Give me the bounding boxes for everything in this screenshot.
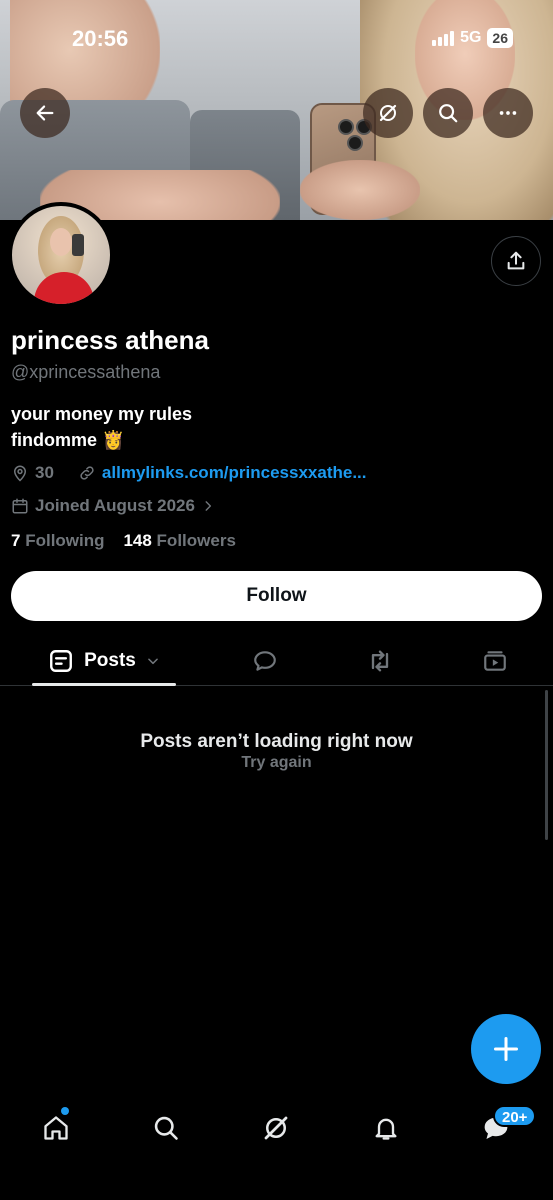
replies-icon (254, 651, 276, 671)
profile-tabs: Posts (0, 636, 553, 686)
status-indicators: 5G 26 (432, 28, 513, 48)
scrollbar[interactable] (545, 690, 548, 840)
reposts-icon (371, 650, 389, 672)
network-type: 5G (460, 29, 482, 46)
banner-image-detail (300, 160, 420, 220)
profile-handle: @xprincessathena (11, 362, 161, 382)
tab-posts-label: Posts (84, 650, 136, 671)
battery-icon: 26 (487, 28, 513, 48)
home-icon (44, 1116, 68, 1140)
bottom-nav (0, 1096, 553, 1156)
profile-meta-row: 30 allmylinks.com/princessxxathe... (11, 463, 367, 483)
grok-icon (379, 104, 397, 122)
active-tab-indicator (32, 683, 176, 686)
tab-media[interactable] (470, 636, 520, 686)
profile-name: princess athena (11, 325, 209, 355)
tab-reposts[interactable] (355, 636, 405, 686)
joined-row[interactable]: Joined August 2026 (11, 496, 215, 516)
search-button[interactable] (423, 88, 473, 138)
bell-icon (375, 1118, 397, 1140)
calendar-icon (12, 498, 28, 514)
messages-badge: 20+ (493, 1105, 537, 1127)
media-icon (484, 651, 506, 671)
avatar[interactable] (8, 202, 114, 308)
profile-bio-line: findomme 👸 (11, 430, 125, 450)
try-again-link[interactable]: Try again (0, 754, 553, 772)
search-icon (439, 104, 458, 123)
grok-button[interactable] (363, 88, 413, 138)
more-icon (499, 111, 517, 115)
nav-home[interactable] (36, 1108, 76, 1148)
tab-replies[interactable] (240, 636, 290, 686)
posts-icon (50, 650, 73, 672)
following-link[interactable]: 7 Following (11, 531, 105, 550)
follow-button[interactable]: Follow (11, 571, 542, 621)
chevron-right-icon (205, 501, 212, 511)
followers-link[interactable]: 148 Followers (123, 531, 235, 550)
home-notification-dot (61, 1107, 69, 1115)
nav-notifications[interactable] (366, 1108, 406, 1148)
search-icon (154, 1116, 178, 1140)
nav-grok[interactable] (256, 1108, 296, 1148)
profile-bio-line: your money my rules (11, 404, 193, 424)
profile-joined: Joined August 2026 (35, 496, 195, 515)
plus-icon (493, 1036, 519, 1062)
back-button[interactable] (20, 88, 70, 138)
feed-error-message: Posts aren’t loading right now (140, 731, 413, 752)
status-time: 20:56 (72, 26, 129, 51)
more-button[interactable] (483, 88, 533, 138)
tab-posts[interactable]: Posts (32, 636, 176, 686)
signal-icon (432, 30, 455, 46)
compose-button[interactable] (471, 1014, 541, 1084)
follow-counts: 7 Following 148 Followers (11, 531, 236, 551)
profile-location: 30 (35, 463, 54, 482)
share-icon (507, 251, 525, 270)
chevron-down-icon (148, 658, 158, 665)
arrow-left-icon (36, 105, 54, 121)
location-icon (13, 465, 27, 482)
nav-search[interactable] (146, 1108, 186, 1148)
share-button[interactable] (491, 236, 541, 286)
profile-link[interactable]: allmylinks.com/princessxxathe... (102, 463, 367, 483)
grok-icon (264, 1116, 288, 1140)
link-icon (80, 466, 94, 480)
